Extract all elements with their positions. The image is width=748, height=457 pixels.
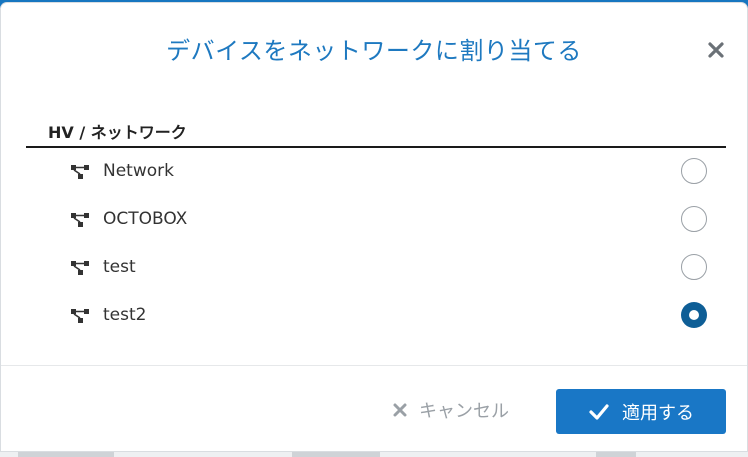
apply-button[interactable]: 適用する [556,389,726,434]
network-row-test2[interactable]: test2 [26,292,726,340]
network-radio[interactable] [681,158,707,184]
cancel-button[interactable]: キャンセル [391,393,509,427]
network-topology-icon [71,165,89,179]
network-radio[interactable] [681,254,707,280]
dialog-title: デバイスをネットワークに割り当てる [166,37,582,65]
footer-divider [1,365,747,366]
list-column-header: HV / ネットワーク [48,123,187,142]
apply-label: 適用する [622,402,694,424]
network-row-octobox[interactable]: OCTOBOX [26,196,726,244]
network-topology-icon [71,213,89,227]
check-icon [589,403,609,420]
dialog-header: デバイスをネットワークに割り当てる [1,3,747,87]
network-label: Network [103,161,174,181]
network-topology-icon [71,309,89,323]
network-label: test [103,257,136,277]
network-label: OCTOBOX [103,209,188,229]
network-radio-selected[interactable] [681,302,707,328]
network-row-network[interactable]: Network [26,148,726,196]
x-icon [393,403,407,417]
assign-network-dialog: デバイスをネットワークに割り当てる HV / ネットワーク Network OC… [1,3,747,451]
close-icon [708,42,724,58]
cancel-label: キャンセル [419,401,509,422]
network-topology-icon [71,261,89,275]
network-row-test[interactable]: test [26,244,726,292]
close-button[interactable] [703,37,729,63]
network-radio[interactable] [681,206,707,232]
network-label: test2 [103,305,147,325]
